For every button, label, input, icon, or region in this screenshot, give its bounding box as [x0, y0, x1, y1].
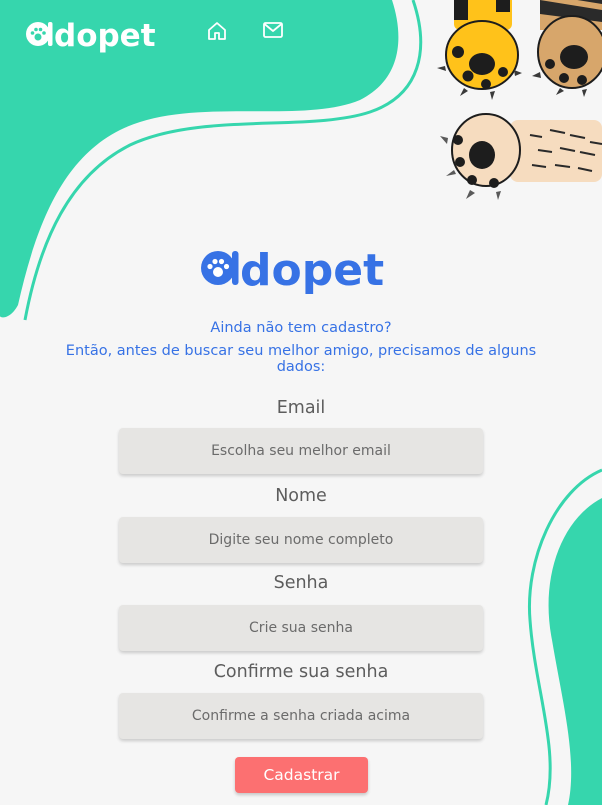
confirm-password-label: Confirme sua senha	[213, 662, 389, 682]
adopet-logo-large: dopet	[201, 245, 384, 294]
svg-text:dopet: dopet	[240, 245, 384, 294]
intro-question: Ainda não tem cadastro?	[210, 320, 392, 336]
email-label: Email	[276, 398, 326, 418]
signup-form-section: dopet Ainda não tem cadastro? Então, ant…	[0, 0, 602, 805]
email-field[interactable]	[119, 428, 483, 474]
intro-description: Então, antes de buscar seu melhor amigo,…	[65, 343, 537, 375]
password-label: Senha	[273, 573, 329, 593]
name-field[interactable]	[119, 517, 483, 563]
password-field[interactable]	[119, 605, 483, 651]
name-label: Nome	[275, 486, 327, 506]
confirm-password-field[interactable]	[119, 693, 483, 739]
register-button[interactable]: Cadastrar	[235, 757, 368, 793]
